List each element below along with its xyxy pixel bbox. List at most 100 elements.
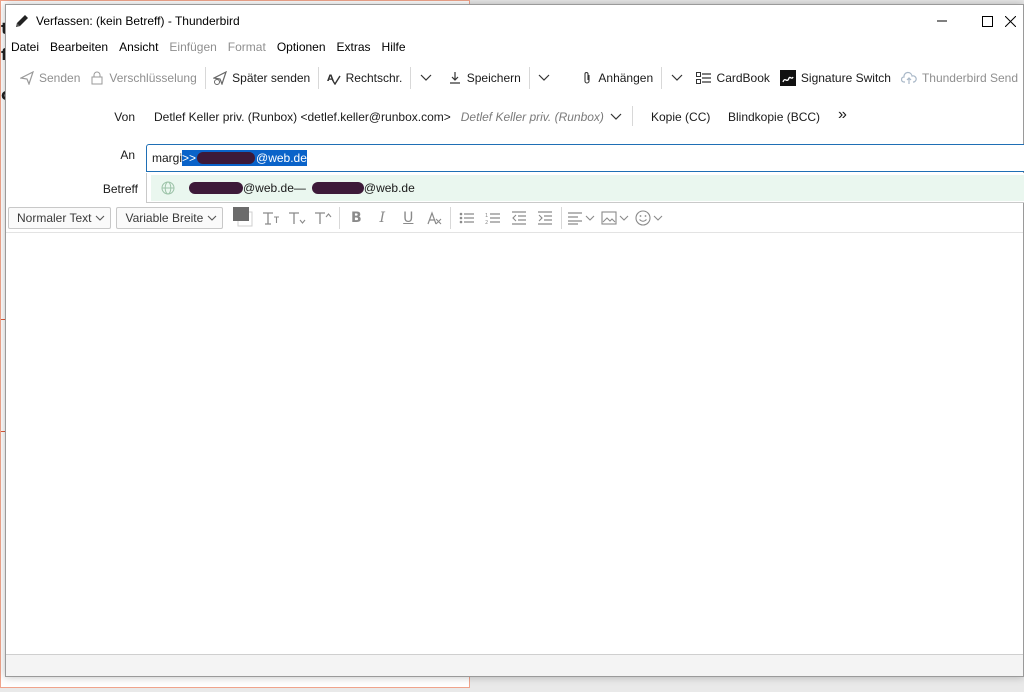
compose-toolbar: Senden Verschlüsselung Später senden A R… bbox=[6, 62, 1023, 94]
attach-button[interactable]: Anhängen bbox=[576, 65, 658, 91]
text-color-button[interactable] bbox=[228, 207, 258, 229]
menu-bar: Datei Bearbeiten Ansicht Einfügen Format… bbox=[6, 37, 417, 57]
text-decrease-icon bbox=[289, 212, 306, 224]
font-size-decrease-button[interactable] bbox=[284, 207, 310, 229]
cardbook-button[interactable]: CardBook bbox=[694, 65, 775, 91]
close-button[interactable] bbox=[996, 5, 1024, 37]
bullet-list-button[interactable] bbox=[454, 207, 480, 229]
menu-datei[interactable]: Datei bbox=[11, 40, 39, 54]
chevron-down-icon bbox=[610, 113, 622, 120]
spelling-button[interactable]: A Rechtschr. bbox=[322, 65, 408, 91]
minimize-icon bbox=[937, 20, 947, 22]
outdent-button[interactable] bbox=[506, 207, 532, 229]
svg-text:A: A bbox=[327, 74, 334, 84]
font-size-smaller-button[interactable] bbox=[258, 207, 284, 229]
minimize-button[interactable] bbox=[919, 5, 965, 37]
paragraph-format-value: Normaler Text bbox=[17, 211, 92, 225]
message-body-editor[interactable] bbox=[6, 232, 1023, 654]
italic-button[interactable]: I bbox=[369, 207, 395, 229]
menu-extras[interactable]: Extras bbox=[337, 40, 371, 54]
from-label: Von bbox=[114, 110, 135, 124]
menu-bearbeiten[interactable]: Bearbeiten bbox=[50, 40, 108, 54]
cc-button[interactable]: Kopie (CC) bbox=[651, 110, 710, 124]
chevron-down-icon bbox=[420, 74, 432, 81]
cardbook-label: CardBook bbox=[716, 71, 770, 85]
from-identity-alt: Detlef Keller priv. (Runbox) bbox=[460, 110, 604, 124]
menu-ansicht[interactable]: Ansicht bbox=[119, 40, 158, 54]
maximize-icon bbox=[981, 15, 993, 27]
paperclip-icon bbox=[584, 72, 590, 84]
menu-optionen[interactable]: Optionen bbox=[277, 40, 326, 54]
underline-button[interactable]: U bbox=[395, 207, 421, 229]
menu-format[interactable]: Format bbox=[228, 40, 266, 54]
image-icon bbox=[601, 211, 629, 225]
to-recipient-input[interactable]: margi >> @web.de bbox=[146, 144, 1024, 172]
toolbar-separator bbox=[561, 207, 563, 229]
subject-label: Betreff bbox=[102, 182, 138, 196]
font-family-value: Variable Breite bbox=[125, 211, 204, 225]
signature-icon bbox=[779, 70, 796, 86]
remove-formatting-button[interactable] bbox=[421, 207, 447, 229]
to-autocomplete-selection: >> @web.de bbox=[182, 150, 307, 166]
toolbar-separator bbox=[450, 207, 452, 229]
compose-window: Verfassen: (kein Betreff) - Thunderbird … bbox=[5, 4, 1024, 677]
save-label: Speichern bbox=[466, 71, 521, 85]
paragraph-format-select[interactable]: Normaler Text bbox=[8, 207, 112, 229]
numbered-list-icon: 12 bbox=[485, 213, 501, 225]
color-swatch-icon bbox=[233, 207, 253, 227]
thunderbird-send-label: Thunderbird Send bbox=[921, 71, 1019, 85]
clear-format-icon bbox=[427, 211, 442, 225]
bcc-button[interactable]: Blindkopie (BCC) bbox=[728, 110, 820, 124]
outdent-icon bbox=[512, 211, 527, 225]
pencil-icon bbox=[16, 15, 28, 27]
send-button[interactable]: Senden bbox=[15, 65, 85, 91]
attach-dropdown-button[interactable] bbox=[665, 65, 694, 91]
header-separator bbox=[632, 106, 633, 126]
chevron-down-icon bbox=[538, 74, 550, 81]
autocomplete-suggestion[interactable]: @web.de — @web.de bbox=[151, 175, 1024, 201]
signature-switch-button[interactable]: Signature Switch bbox=[775, 65, 896, 91]
lock-icon bbox=[91, 71, 103, 85]
svg-text:1: 1 bbox=[485, 213, 488, 219]
send-later-button[interactable]: Später senden bbox=[208, 65, 315, 91]
font-family-select[interactable]: Variable Breite bbox=[116, 207, 224, 229]
menu-einfuegen[interactable]: Einfügen bbox=[169, 40, 216, 54]
to-typed-text: margi bbox=[152, 151, 183, 165]
text-smaller-icon bbox=[263, 212, 280, 225]
svg-text:2: 2 bbox=[485, 220, 488, 225]
suggestion-separator: — bbox=[293, 181, 306, 195]
chevron-down-icon bbox=[207, 215, 217, 221]
redaction-mark bbox=[189, 182, 243, 194]
chevron-down-icon bbox=[671, 74, 682, 81]
close-icon bbox=[1005, 15, 1016, 27]
save-dropdown-button[interactable] bbox=[532, 65, 561, 91]
bullet-list-icon bbox=[459, 212, 475, 224]
insert-button[interactable] bbox=[599, 207, 633, 229]
encryption-button[interactable]: Verschlüsselung bbox=[85, 65, 201, 91]
bold-button[interactable]: B bbox=[343, 207, 369, 229]
more-recipients-button[interactable]: » bbox=[838, 106, 847, 124]
to-completion-suffix: @web.de bbox=[256, 151, 307, 165]
align-button[interactable] bbox=[565, 207, 599, 229]
numbered-list-button[interactable]: 12 bbox=[480, 207, 506, 229]
indent-icon bbox=[538, 211, 553, 225]
from-identity: Detlef Keller priv. (Runbox) <detlef.kel… bbox=[154, 110, 451, 124]
send-later-label: Später senden bbox=[232, 71, 311, 85]
indent-button[interactable] bbox=[532, 207, 558, 229]
spelling-dropdown-button[interactable] bbox=[414, 65, 443, 91]
menu-hilfe[interactable]: Hilfe bbox=[382, 40, 406, 54]
save-button[interactable]: Speichern bbox=[443, 65, 526, 91]
chevron-down-icon bbox=[96, 215, 105, 221]
to-completion-prefix: >> bbox=[182, 151, 197, 165]
suggestion-part1: @web.de bbox=[243, 181, 294, 195]
spellcheck-icon: A bbox=[327, 74, 341, 85]
font-size-increase-button[interactable] bbox=[310, 207, 336, 229]
spelling-label: Rechtschr. bbox=[345, 71, 403, 85]
send-icon bbox=[20, 71, 34, 85]
from-identity-selector[interactable]: Detlef Keller priv. (Runbox) <detlef.kel… bbox=[154, 108, 622, 126]
send-later-icon bbox=[213, 71, 228, 85]
emoji-button[interactable] bbox=[633, 207, 667, 229]
autocomplete-popup: @web.de — @web.de bbox=[146, 173, 1024, 203]
format-toolbar: Normaler Text Variable Breite B I U 1 2 bbox=[6, 205, 1023, 231]
thunderbird-send-button[interactable]: Thunderbird Send bbox=[896, 65, 1023, 91]
